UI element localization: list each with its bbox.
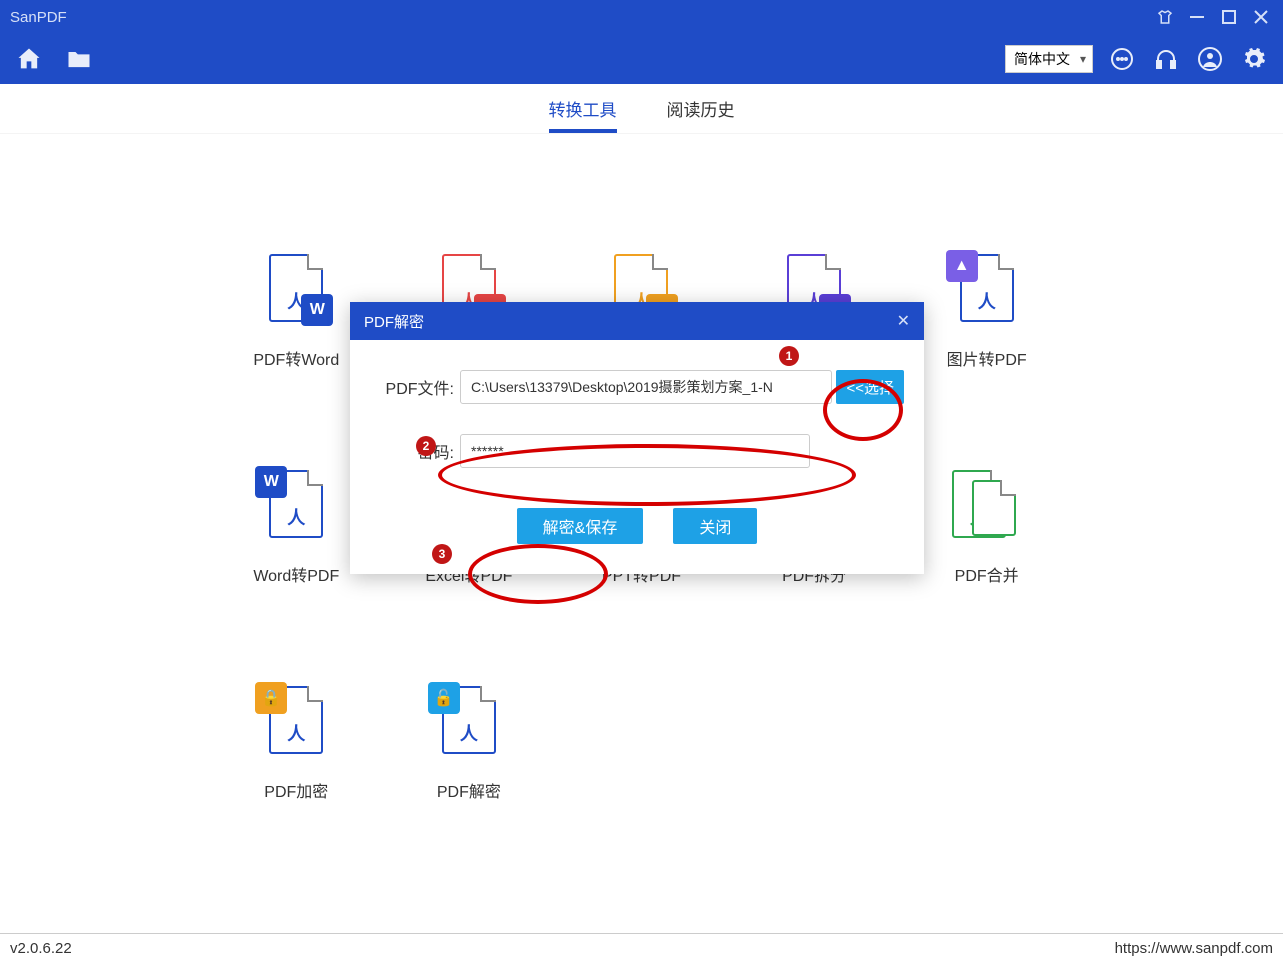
tool-word2pdf[interactable]: 人W Word转PDF [236, 470, 356, 586]
decrypt-dialog: PDF解密 ✕ PDF文件: <<选择 密码: 解密&保存 关闭 [350, 302, 924, 574]
home-icon[interactable] [14, 44, 44, 74]
dialog-title: PDF解密 [364, 311, 424, 332]
app-title: SanPDF [10, 9, 1145, 26]
close-window-icon[interactable] [1249, 5, 1273, 29]
folder-icon[interactable] [64, 44, 94, 74]
tool-label: PDF合并 [955, 562, 1019, 586]
close-button[interactable]: 关闭 [673, 508, 757, 544]
tool-label: PDF解密 [437, 778, 501, 802]
file-input[interactable] [460, 370, 832, 404]
annotation-badge-1: 1 [779, 346, 799, 366]
tab-convert[interactable]: 转换工具 [549, 88, 617, 129]
language-label: 简体中文 [1014, 49, 1070, 69]
minimize-icon[interactable] [1185, 5, 1209, 29]
maximize-icon[interactable] [1217, 5, 1241, 29]
tab-history[interactable]: 阅读历史 [667, 88, 735, 129]
dialog-header: PDF解密 ✕ [350, 302, 924, 340]
statusbar: v2.0.6.22 https://www.sanpdf.com [0, 933, 1283, 963]
toolbar: 简体中文 [0, 34, 1283, 84]
shirt-icon[interactable] [1153, 5, 1177, 29]
tool-label: PDF转Word [253, 346, 339, 370]
chat-icon[interactable] [1107, 44, 1137, 74]
tool-label: Word转PDF [253, 562, 339, 586]
annotation-badge-3: 3 [432, 544, 452, 564]
tool-pdf2word[interactable]: 人W PDF转Word [236, 254, 356, 370]
tabs: 转换工具 阅读历史 [0, 84, 1283, 134]
gear-icon[interactable] [1239, 44, 1269, 74]
tool-label: 图片转PDF [947, 346, 1027, 370]
titlebar: SanPDF [0, 0, 1283, 34]
choose-button[interactable]: <<选择 [836, 370, 904, 404]
annotation-badge-2: 2 [416, 436, 436, 456]
version-label: v2.0.6.22 [10, 940, 72, 957]
tool-pdfmerge[interactable]: 人 PDF合并 [927, 470, 1047, 586]
dialog-close-icon[interactable]: ✕ [897, 311, 910, 331]
password-input[interactable] [460, 434, 810, 468]
tool-label: PDF加密 [264, 778, 328, 802]
password-label: 密码: [370, 439, 460, 463]
file-label: PDF文件: [370, 375, 460, 399]
decrypt-save-button[interactable]: 解密&保存 [517, 508, 644, 544]
headphones-icon[interactable] [1151, 44, 1181, 74]
user-icon[interactable] [1195, 44, 1225, 74]
website-link[interactable]: https://www.sanpdf.com [1115, 940, 1273, 957]
language-select[interactable]: 简体中文 [1005, 45, 1093, 73]
tool-img2pdf[interactable]: 人▲ 图片转PDF [927, 254, 1047, 370]
tool-pdfdecrypt[interactable]: 人🔓 PDF解密 [409, 686, 529, 802]
tool-pdfencrypt[interactable]: 人🔒 PDF加密 [236, 686, 356, 802]
